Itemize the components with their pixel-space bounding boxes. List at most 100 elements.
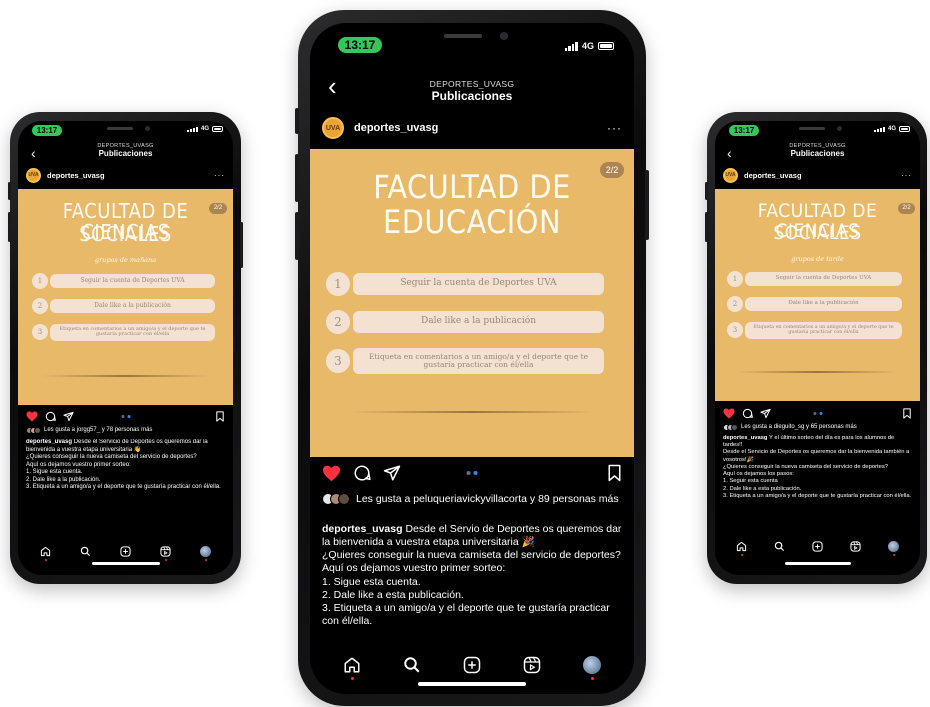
tab-reels[interactable] [160, 545, 171, 561]
home-indicator[interactable] [418, 682, 526, 686]
account-name[interactable]: deportes_uvasg [47, 171, 105, 180]
step-text: Etiqueta en comentarios a un amigo/a y e… [353, 348, 604, 374]
tab-profile[interactable] [199, 545, 211, 561]
phone-right: 13:17 4G ‹ DEPORTES_UVASG Publicaciones … [705, 112, 927, 584]
profile-icon [199, 545, 211, 557]
status-indicators: 4G [873, 126, 910, 132]
tab-home[interactable] [736, 541, 747, 556]
home-indicator[interactable] [91, 562, 160, 565]
caption-body: Desde el Servicio de Deportes os queremo… [723, 449, 912, 499]
power-button [645, 170, 649, 240]
more-icon[interactable]: ··· [901, 171, 912, 180]
share-icon[interactable] [63, 411, 74, 422]
tab-profile[interactable] [583, 656, 601, 680]
search-icon [80, 546, 91, 556]
post-image[interactable]: 2/2 FACULTAD DE EDUCACIÓN 1 Seguir la cu… [310, 149, 634, 457]
volume-up-button [8, 212, 11, 242]
avatar[interactable]: UVA [26, 167, 41, 183]
step-number: 2 [727, 296, 743, 312]
likes-row[interactable]: Les gusta a jorgg57_ y 78 personas más [26, 427, 227, 434]
tab-reels[interactable] [850, 540, 861, 552]
tab-home[interactable] [40, 546, 51, 561]
likes-row[interactable]: Les gusta a peluqueriavickyvillacorta y … [322, 493, 624, 505]
profile-icon [887, 540, 899, 552]
share-icon[interactable] [383, 464, 401, 482]
likers-avatars [723, 424, 738, 431]
new-post-icon [812, 540, 823, 552]
likes-row[interactable]: Les gusta a dieguito_sg y 65 personas má… [723, 424, 914, 431]
home-indicator[interactable] [784, 562, 851, 565]
tab-search[interactable] [774, 541, 785, 552]
header-username: DEPORTES_UVASG [429, 79, 515, 89]
more-icon[interactable]: ··· [607, 121, 622, 135]
caption: deportes_uvasg Y el último sorteo del dí… [723, 435, 912, 527]
step-number: 1 [727, 271, 743, 287]
avatar[interactable]: UVA [322, 117, 344, 139]
header: DEPORTES_UVASG Publicaciones [310, 79, 634, 103]
new-post-icon [463, 656, 481, 674]
status-indicators: 4G [564, 41, 614, 51]
tab-new-post[interactable] [812, 540, 823, 552]
divider-line [737, 371, 898, 373]
likes-text: Les gusta a dieguito_sg y 65 personas má… [741, 424, 857, 430]
bookmark-icon[interactable] [607, 464, 622, 482]
step-text: Etiqueta en comentarios a un amigo/a y e… [745, 321, 902, 339]
step-2: 2 Dale like a la publicación [326, 309, 604, 335]
tab-profile[interactable] [887, 540, 899, 556]
action-bar [310, 463, 634, 483]
post-heading-line2: EDUCACIÓN [383, 203, 561, 241]
caption-username[interactable]: deportes_uvasg [322, 523, 403, 535]
post-heading-line2: SOCIALES [773, 222, 862, 244]
step-2: 2 Dale like a la publicación [727, 296, 902, 312]
account-name[interactable]: deportes_uvasg [744, 171, 802, 180]
tab-new-post[interactable] [463, 656, 481, 674]
step-number: 2 [326, 310, 350, 334]
caption-username[interactable]: deportes_uvasg [723, 435, 767, 441]
post-heading-line1: FACULTAD DE [373, 168, 571, 206]
caption-username[interactable]: deportes_uvasg [26, 439, 72, 445]
step-3: 3 Etiqueta en comentarios a un amigo/a y… [326, 347, 604, 375]
bookmark-icon[interactable] [902, 407, 912, 419]
status-time: 13:17 [729, 125, 759, 136]
signal-icon [873, 126, 885, 132]
bookmark-icon[interactable] [215, 410, 225, 422]
tab-search[interactable] [403, 656, 421, 674]
screen-right: 13:17 4G ‹ DEPORTES_UVASG Publicaciones … [715, 121, 920, 575]
phone-left: 13:17 4G ‹ DEPORTES_UVASG Publicaciones … [8, 112, 243, 584]
header-title: Publicaciones [431, 89, 513, 103]
tab-reels[interactable] [523, 656, 541, 674]
tab-bar [715, 536, 920, 556]
header-title: Publicaciones [98, 149, 153, 158]
avatar[interactable]: UVA [723, 167, 738, 183]
network-label: 4G [200, 126, 209, 132]
more-icon[interactable]: ··· [214, 171, 225, 180]
carousel-dots [813, 411, 822, 415]
tab-search[interactable] [80, 546, 91, 557]
step-number: 3 [32, 324, 48, 340]
tab-new-post[interactable] [120, 545, 131, 557]
battery-icon [899, 126, 910, 132]
account-name[interactable]: deportes_uvasg [354, 122, 438, 134]
new-post-icon [120, 545, 131, 557]
volume-up-button [295, 154, 299, 202]
reels-icon [850, 540, 861, 552]
heart-icon[interactable] [26, 411, 38, 422]
notch [388, 23, 556, 49]
heart-icon[interactable] [322, 465, 341, 482]
volume-down-button [295, 212, 299, 260]
tab-home[interactable] [343, 656, 361, 680]
caption: deportes_uvasg Desde el Servicio de Depo… [26, 439, 225, 535]
post-image[interactable]: 2/2 FACULTAD DE CIENCIAS SOCIALES grupos… [715, 189, 920, 401]
comment-icon[interactable] [45, 411, 56, 422]
comment-icon[interactable] [742, 408, 753, 419]
comment-icon[interactable] [353, 464, 371, 482]
step-text: Seguir la cuenta de Deportes UVA [745, 272, 902, 286]
share-icon[interactable] [760, 408, 771, 419]
post-subtitle: grupos de mañana [94, 256, 157, 264]
post-image[interactable]: 2/2 FACULTAD DE CIENCIAS SOCIALES grupos… [18, 189, 233, 405]
step-1: 1 Seguir la cuenta de Deportes UVA [727, 271, 902, 287]
search-icon [774, 541, 785, 551]
mute-switch [295, 108, 299, 134]
step-2: 2 Dale like a la publicación [32, 298, 215, 314]
heart-icon[interactable] [723, 408, 735, 419]
